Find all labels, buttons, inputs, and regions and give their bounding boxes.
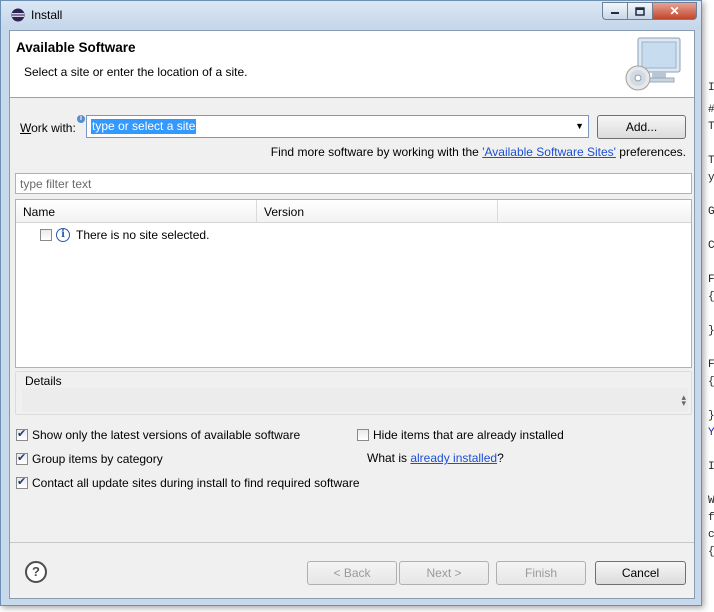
wizard-banner: Available Software Select a site or ente… <box>10 31 694 98</box>
back-button[interactable]: < Back <box>307 561 397 585</box>
column-header-name[interactable]: Name <box>16 200 257 222</box>
find-more-suffix: preferences. <box>615 145 686 159</box>
editor-line: T <box>708 155 714 167</box>
already-installed-link[interactable]: already installed <box>410 451 497 465</box>
add-button[interactable]: Add... <box>597 115 686 139</box>
filter-input[interactable]: type filter text <box>15 173 692 194</box>
editor-line: # <box>708 104 714 116</box>
work-with-mnemonic: W <box>20 121 32 135</box>
what-is-prefix: What is <box>367 451 411 465</box>
contact-all-checkbox[interactable] <box>16 475 28 489</box>
editor-line: } <box>708 325 714 337</box>
row-checkbox[interactable] <box>40 229 52 241</box>
dropdown-arrow-icon[interactable]: ▼ <box>575 121 584 131</box>
available-software-sites-link[interactable]: 'Available Software Sites' <box>482 145 616 159</box>
work-with-label: Work with: <box>20 121 76 135</box>
close-icon: ✕ <box>669 4 680 18</box>
separator <box>10 542 694 543</box>
editor-line: c <box>708 529 714 541</box>
group-by-category-checkbox[interactable] <box>16 451 28 465</box>
editor-line: T <box>708 121 714 133</box>
show-latest-checkbox[interactable] <box>16 427 28 441</box>
tree-header: Name Version <box>16 200 691 223</box>
editor-line: f <box>708 512 714 524</box>
show-latest-label: Show only the latest versions of availab… <box>32 428 301 442</box>
next-button[interactable]: Next > <box>399 561 489 585</box>
maximize-icon <box>635 6 645 16</box>
no-site-message: There is no site selected. <box>76 228 210 242</box>
group-by-category-label: Group items by category <box>32 452 163 466</box>
hide-installed-label: Hide items that are already installed <box>373 428 564 442</box>
contact-all-option[interactable]: Contact all update sites during install … <box>16 475 360 490</box>
editor-line: C <box>708 240 714 252</box>
editor-line: { <box>708 291 714 303</box>
title-bar[interactable]: Install ✕ <box>1 1 701 29</box>
info-icon: i <box>56 228 70 242</box>
scroll-spinner-icon[interactable]: ▴ ▾ <box>681 393 686 408</box>
show-latest-option[interactable]: Show only the latest versions of availab… <box>16 427 301 442</box>
editor-line: } <box>708 410 714 422</box>
help-button[interactable]: ? <box>25 561 47 583</box>
what-is-installed-text: What is already installed? <box>367 451 504 465</box>
editor-line: G <box>708 206 714 218</box>
minimize-button[interactable] <box>602 2 628 20</box>
filter-placeholder: type filter text <box>20 177 92 191</box>
work-with-label-rest: ork with: <box>31 121 76 135</box>
hide-installed-option[interactable]: Hide items that are already installed <box>357 428 564 442</box>
find-more-text: Find more software by working with the '… <box>271 145 686 159</box>
close-button[interactable]: ✕ <box>653 2 697 20</box>
page-description: Select a site or enter the location of a… <box>24 65 248 79</box>
editor-line: I <box>708 82 714 94</box>
minimize-icon <box>611 12 619 14</box>
editor-line: I <box>708 461 714 473</box>
page-title: Available Software <box>16 40 136 55</box>
group-by-category-option[interactable]: Group items by category <box>16 451 163 466</box>
dialog-content: Available Software Select a site or ente… <box>9 30 695 599</box>
details-group: Details ▴ ▾ <box>15 371 692 415</box>
window-title: Install <box>31 8 63 22</box>
install-dialog: Install ✕ Available Software Select a si… <box>0 0 702 606</box>
software-tree[interactable]: Name Version i There is no site selected… <box>15 199 692 368</box>
finish-button[interactable]: Finish <box>496 561 586 585</box>
details-area[interactable]: ▴ ▾ <box>22 388 688 412</box>
content-assist-icon: i <box>77 115 85 123</box>
contact-all-label: Contact all update sites during install … <box>32 476 360 490</box>
editor-line: { <box>708 546 714 558</box>
find-more-prefix: Find more software by working with the <box>270 145 483 159</box>
cancel-button[interactable]: Cancel <box>595 561 686 585</box>
work-with-value: type or select a site <box>91 119 197 134</box>
editor-line: W <box>708 495 714 507</box>
eclipse-icon <box>11 8 25 22</box>
editor-line: F <box>708 359 714 371</box>
editor-line: F <box>708 274 714 286</box>
column-label: Name <box>23 205 56 219</box>
background-editor: I # T T y G C F { } F { } Y I W f c { <box>700 0 714 612</box>
editor-line: { <box>708 376 714 388</box>
tree-row[interactable]: i There is no site selected. <box>40 226 209 244</box>
hide-installed-checkbox[interactable] <box>357 429 369 441</box>
column-label: Version <box>264 205 305 219</box>
window-controls: ✕ <box>602 2 697 21</box>
details-label: Details <box>24 374 63 388</box>
column-header-version[interactable]: Version <box>257 200 498 222</box>
editor-line: y <box>708 172 714 184</box>
monitor-cd-icon <box>625 37 681 91</box>
maximize-button[interactable] <box>628 2 653 20</box>
editor-line: Y <box>708 427 714 439</box>
what-is-suffix: ? <box>497 451 504 465</box>
work-with-combo[interactable]: type or select a site ▼ <box>86 115 589 138</box>
